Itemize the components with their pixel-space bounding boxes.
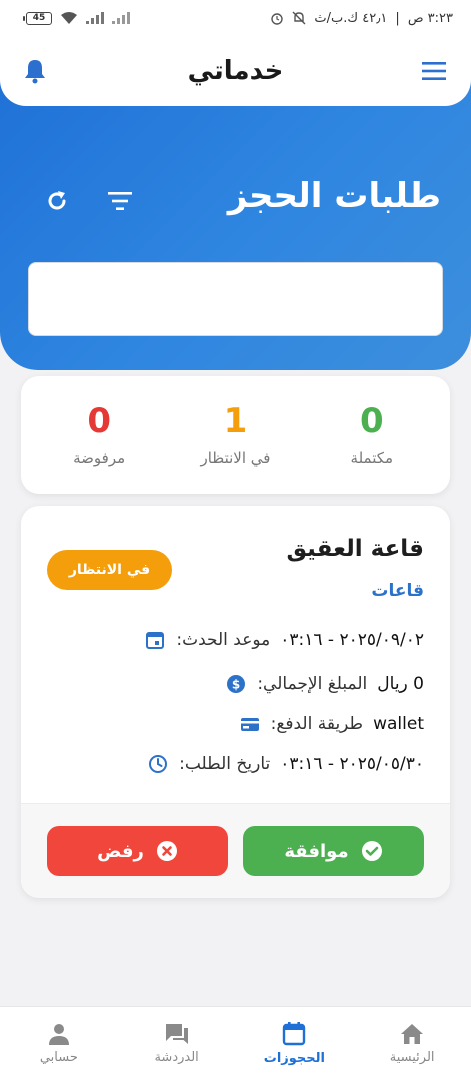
filter-icon: [108, 192, 132, 210]
status-bar: 45 ٣:٢٣ ص | ٤٢٫١ ك.ب/ث: [0, 0, 471, 36]
wifi-icon: [61, 12, 77, 24]
stat-rejected-value: 0: [87, 401, 111, 442]
status-divider: |: [395, 10, 400, 26]
approve-button[interactable]: موافقة: [243, 826, 424, 876]
reject-button[interactable]: رفض: [47, 826, 228, 876]
mute-icon: [292, 11, 306, 25]
status-badge: في الانتظار: [47, 550, 172, 590]
credit-card-icon: [239, 713, 261, 735]
status-time: ٣:٢٣ ص: [407, 10, 453, 26]
event-date-label: موعد الحدث:: [176, 630, 271, 650]
chat-icon: [165, 1024, 188, 1044]
dollar-icon: $: [225, 673, 247, 695]
amount-row: $ المبلغ الإجمالي: 0 ريال: [225, 671, 424, 697]
nav-home-label: الرئيسية: [389, 1050, 435, 1065]
app-bar: خدماتي: [0, 36, 471, 106]
stat-pending-label: في الانتظار: [200, 448, 271, 467]
calendar-icon: [144, 629, 166, 651]
request-date-label: تاريخ الطلب:: [179, 754, 271, 774]
battery-level: 45: [32, 13, 46, 23]
bottom-navigation: الرئيسية الحجوزات الدردشة حسابي: [0, 1006, 471, 1080]
nav-home[interactable]: الرئيسية: [357, 1022, 467, 1065]
stat-pending: 1 في الانتظار: [175, 401, 295, 467]
stats-card: 0 مكتملة 1 في الانتظار 0 مرفوضة: [21, 376, 450, 494]
booking-card[interactable]: قاعة العقيق قاعات في الانتظار موعد الحدث…: [21, 506, 450, 898]
check-circle-icon: [361, 841, 382, 861]
refresh-button[interactable]: [42, 186, 72, 216]
search-input[interactable]: [28, 262, 443, 336]
request-date-value: ٢٠٢٥/٠٥/٣٠ - ٠٣:١٦: [280, 754, 424, 774]
cancel-circle-icon: [156, 841, 177, 861]
filter-button[interactable]: [105, 186, 135, 216]
signal-icon-2: [112, 12, 130, 24]
alarm-icon: [271, 13, 284, 25]
refresh-icon: [48, 191, 66, 210]
calendar-icon: [283, 1022, 306, 1046]
stat-rejected: 0 مرفوضة: [39, 401, 159, 467]
notifications-button[interactable]: [20, 56, 50, 86]
nav-account-label: حسابي: [39, 1050, 78, 1065]
venue-category: قاعات: [371, 581, 424, 601]
stat-completed-value: 0: [359, 401, 384, 442]
venue-name: قاعة العقيق: [286, 536, 424, 562]
signal-icon: [86, 12, 104, 24]
request-date-row: تاريخ الطلب: ٢٠٢٥/٠٥/٣٠ - ٠٣:١٦: [147, 751, 424, 777]
status-bar-left: 45: [23, 11, 130, 25]
status-network-speed: ٤٢٫١ ك.ب/ث: [314, 10, 388, 26]
stat-completed-label: مكتملة: [350, 448, 394, 467]
app-title: خدماتي: [187, 56, 284, 86]
payment-label: طريقة الدفع:: [270, 714, 364, 734]
payment-value: wallet: [373, 714, 424, 734]
reject-label: رفض: [97, 840, 144, 862]
person-icon: [48, 1024, 69, 1045]
nav-bookings-label: الحجوزات: [263, 1051, 325, 1066]
event-date-value: ٢٠٢٥/٠٩/٠٢ - ٠٣:١٦: [280, 630, 424, 650]
page-title: طلبات الحجز: [227, 176, 441, 216]
amount-label: المبلغ الإجمالي:: [257, 674, 368, 694]
stat-rejected-label: مرفوضة: [73, 448, 126, 467]
home-icon: [401, 1024, 424, 1044]
stat-pending-value: 1: [223, 401, 248, 442]
nav-chat-label: الدردشة: [154, 1050, 199, 1065]
approve-label: موافقة: [284, 840, 349, 862]
nav-chat[interactable]: الدردشة: [122, 1022, 232, 1065]
event-date-row: موعد الحدث: ٢٠٢٥/٠٩/٠٢ - ٠٣:١٦: [144, 627, 424, 653]
bell-icon: [25, 60, 45, 84]
battery-icon: 45: [23, 11, 52, 25]
payment-row: طريقة الدفع: wallet: [239, 711, 424, 737]
menu-button[interactable]: [419, 56, 449, 86]
clock-icon: [147, 753, 169, 775]
hamburger-icon: [422, 62, 446, 80]
bookings-screen: 45 ٣:٢٣ ص | ٤٢٫١ ك.ب/ث خدماتي طلبات الحج…: [0, 0, 471, 1080]
svg-text:$: $: [232, 678, 240, 692]
booking-actions: موافقة رفض: [21, 803, 450, 898]
nav-account[interactable]: حسابي: [4, 1022, 114, 1065]
amount-value: 0 ريال: [377, 674, 424, 694]
status-bar-right: ٣:٢٣ ص | ٤٢٫١ ك.ب/ث: [270, 11, 453, 26]
nav-bookings[interactable]: الحجوزات: [239, 1021, 349, 1066]
stat-completed: 0 مكتملة: [312, 401, 432, 467]
